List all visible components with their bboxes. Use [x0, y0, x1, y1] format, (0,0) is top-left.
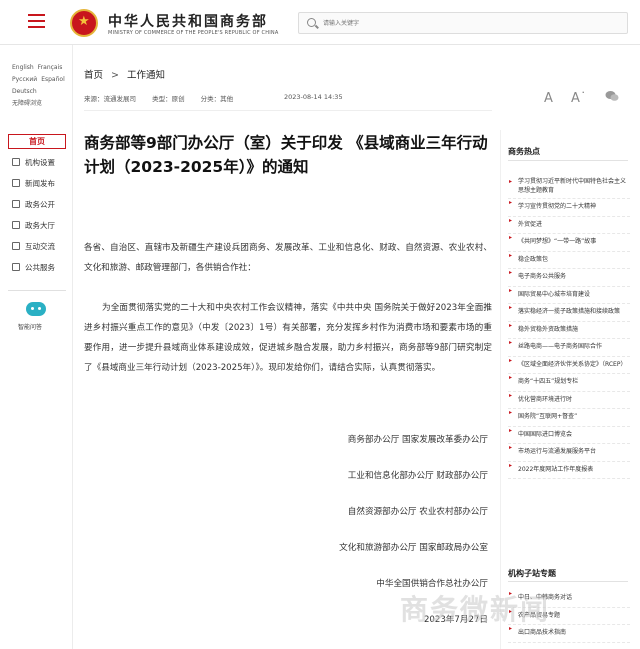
list-item[interactable]: 丝路电商——电子商务国际合作: [508, 339, 630, 357]
list-item[interactable]: 外贸促进: [508, 217, 630, 234]
nav-divider: [8, 290, 66, 291]
list-item[interactable]: 国务院“互联网+督查”: [508, 409, 630, 427]
article-title: 商务部等9部门办公厅（室）关于印发 《县域商业三年行动计划（2023-2025年…: [84, 134, 488, 176]
nav-home[interactable]: 首页: [8, 134, 66, 149]
list-item[interactable]: 商务“十四五”规划专栏: [508, 374, 630, 392]
news-icon: [12, 179, 20, 187]
hot-title-underline: [508, 160, 628, 161]
nav-item-interact[interactable]: 互动交流: [8, 236, 66, 256]
watermark-text: 商务微新闻: [400, 593, 551, 626]
accessibility-link[interactable]: 无障碍浏览: [12, 100, 42, 107]
lang-spanish[interactable]: Español: [41, 76, 65, 83]
signature-line: 商务部办公厅 国家发展改革委办公厅: [347, 435, 488, 445]
chevron-right-icon: >: [111, 70, 119, 81]
nav-item-public[interactable]: 政务公开: [8, 194, 66, 214]
list-item[interactable]: 稳外贸稳外资政策措施: [508, 322, 630, 339]
search-icon[interactable]: [307, 18, 316, 27]
search-box[interactable]: [298, 12, 628, 34]
lang-french[interactable]: Français: [38, 64, 63, 71]
meta-divider: [84, 110, 492, 111]
site-header: 中华人民共和国商务部 MINISTRY OF COMMERCE OF THE P…: [0, 0, 640, 45]
language-links: English Français Русский Español Deutsch 无…: [12, 62, 72, 110]
meta-date: 2023-08-14 14:35: [284, 93, 343, 101]
nav-label: 机构设置: [25, 157, 55, 167]
subsites-title-underline: [508, 581, 628, 582]
search-input[interactable]: [323, 16, 613, 30]
signature-line: 工业和信息化部办公厅 财政部办公厅: [347, 471, 488, 481]
nav-label: 互动交流: [25, 241, 55, 251]
menu-icon[interactable]: [28, 14, 45, 28]
lang-russian[interactable]: Русский: [12, 76, 37, 83]
meta-source: 来源：流通发展司: [84, 95, 136, 103]
breadcrumb: 首页 > 工作通知: [84, 67, 165, 81]
national-emblem-icon: [70, 9, 98, 37]
nav-item-service[interactable]: 公共服务: [8, 257, 66, 277]
assistant-label[interactable]: 智能问答: [18, 322, 42, 331]
service-icon: [12, 263, 20, 271]
list-item[interactable]: 学习宣传贯彻党的二十大精神: [508, 199, 630, 217]
signature-line: 文化和旅游部办公厅 国家邮政局办公室: [339, 543, 488, 553]
article-tools: A A˙: [544, 90, 633, 106]
right-divider: [500, 130, 501, 649]
font-smaller-button[interactable]: A˙: [571, 91, 586, 106]
list-item[interactable]: 中国国际进口博览会: [508, 427, 630, 444]
list-item[interactable]: 国际贸易中心城市培育建设: [508, 287, 630, 304]
article-meta: 来源：流通发展司 类型：原创 分类：其他 2023-08-14 14:35: [84, 93, 343, 103]
left-nav: 首页 机构设置 新闻发布 政务公开 政务大厅 互动交流 公共服务: [8, 134, 66, 278]
list-item[interactable]: 稳企政策包: [508, 252, 630, 269]
list-item[interactable]: 《共同梦想》“一带一路”故事: [508, 234, 630, 252]
breadcrumb-current[interactable]: 工作通知: [127, 70, 165, 81]
wechat-icon[interactable]: [605, 91, 619, 106]
list-item[interactable]: 市场运行与流通发展服务平台: [508, 444, 630, 462]
chat-icon: [12, 242, 20, 250]
list-item[interactable]: 2022年度网站工作年度报表: [508, 462, 630, 479]
robot-icon[interactable]: [26, 302, 46, 316]
list-item[interactable]: 优化营商环境进行时: [508, 392, 630, 409]
nav-item-hall[interactable]: 政务大厅: [8, 215, 66, 235]
list-item[interactable]: 《区域全面经济伙伴关系协定》（RCEP）: [508, 357, 630, 374]
meta-category: 分类：其他: [200, 95, 234, 103]
list-item[interactable]: 落实稳经济一揽子政策措施和接续政策: [508, 304, 630, 322]
nav-label: 政务大厅: [25, 220, 55, 230]
lang-german[interactable]: Deutsch: [12, 88, 37, 95]
hot-list: 学习贯彻习近平新时代中国特色社会主义思想主题教育 学习宣传贯彻党的二十大精神 外…: [508, 178, 630, 479]
nav-item-org[interactable]: 机构设置: [8, 152, 66, 172]
lang-english[interactable]: English: [12, 64, 34, 71]
hall-icon: [12, 221, 20, 229]
meta-type: 类型：原创: [152, 95, 185, 103]
article-addressees: 各省、自治区、直辖市及新疆生产建设兵团商务、发展改革、工业和信息化、财政、自然资…: [84, 243, 492, 273]
nav-item-news[interactable]: 新闻发布: [8, 173, 66, 193]
list-item[interactable]: 电子商务公共服务: [508, 269, 630, 287]
signature-line: 自然资源部办公厅 农业农村部办公厅: [347, 507, 488, 517]
sidebar-divider: [72, 45, 73, 649]
document-icon: [12, 200, 20, 208]
subsites-title: 机构子站专题: [508, 569, 556, 578]
nav-label: 新闻发布: [25, 178, 55, 188]
list-item[interactable]: 学习贯彻习近平新时代中国特色社会主义思想主题教育: [508, 178, 630, 199]
org-icon: [12, 158, 20, 166]
site-subtitle: MINISTRY OF COMMERCE OF THE PEOPLE'S REP…: [108, 30, 279, 36]
site-title[interactable]: 中华人民共和国商务部: [108, 11, 268, 31]
article-body: 为全面贯彻落实党的二十大和中央农村工作会议精神，落实《中共中央 国务院关于做好2…: [84, 303, 492, 373]
nav-label: 政务公开: [25, 199, 55, 209]
font-larger-button[interactable]: A: [544, 91, 553, 106]
hot-title: 商务热点: [508, 147, 540, 156]
breadcrumb-home[interactable]: 首页: [84, 70, 103, 81]
nav-label: 公共服务: [25, 262, 55, 272]
